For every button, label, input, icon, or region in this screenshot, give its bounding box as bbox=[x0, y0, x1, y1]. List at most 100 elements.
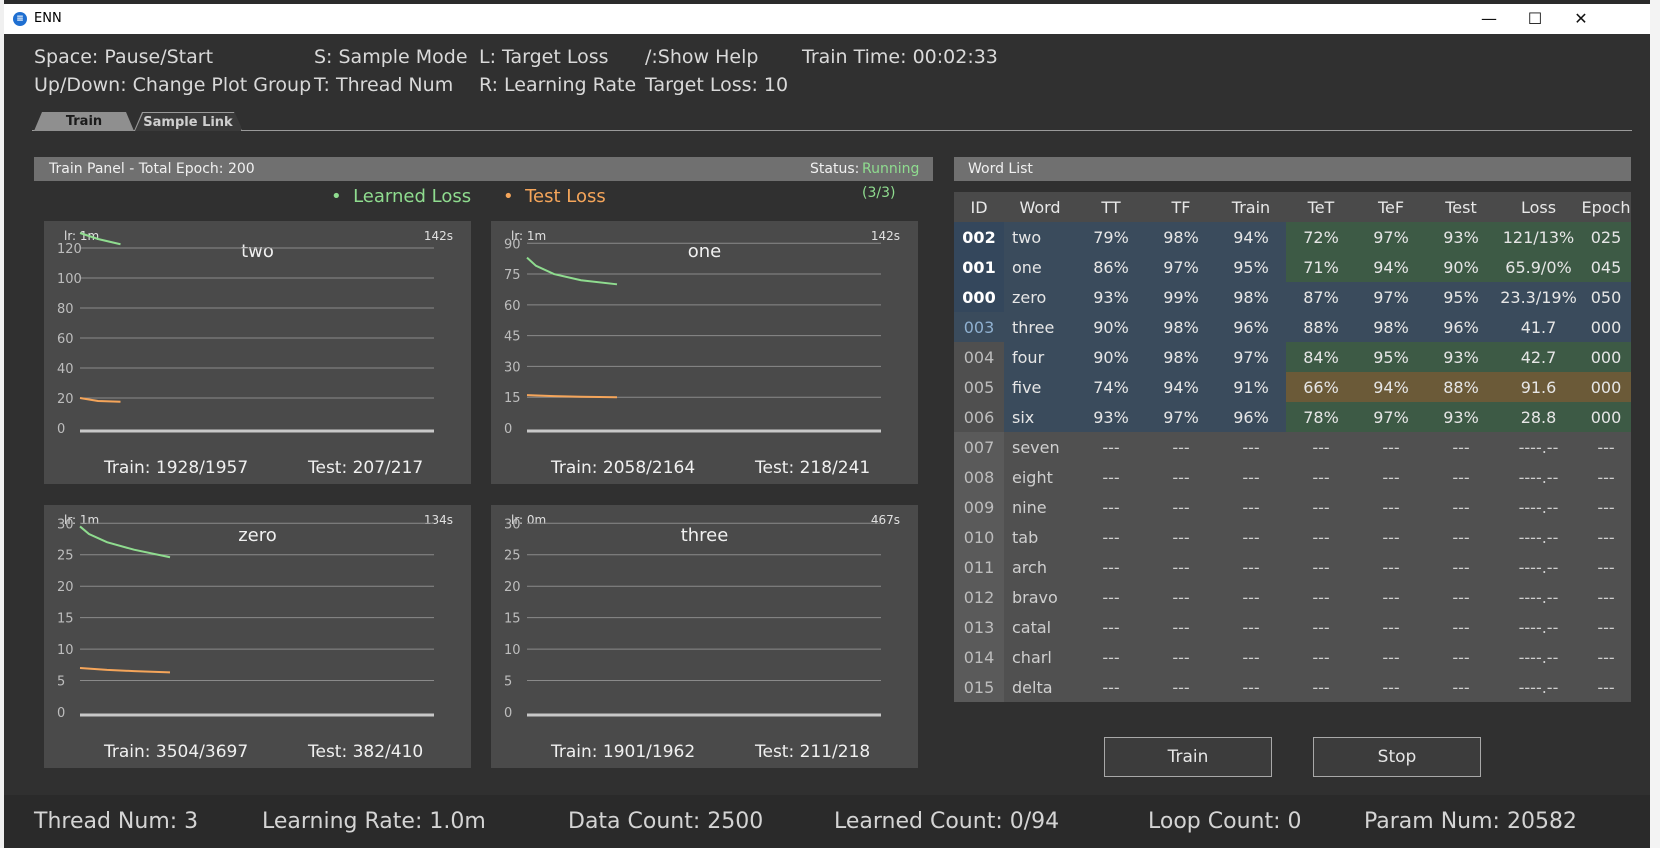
y-tick-label: 25 bbox=[504, 549, 521, 564]
table-row[interactable]: 013 catal --- --- --- --- --- --- ----.-- --- bbox=[954, 612, 1631, 642]
cell-id: 008 bbox=[954, 462, 1004, 492]
enn-logo-icon: ≡ bbox=[13, 12, 27, 26]
cell-tet: 87% bbox=[1286, 282, 1356, 312]
cell-tt: --- bbox=[1076, 672, 1146, 702]
param-num: Param Num: 20582 bbox=[1364, 809, 1577, 834]
col-tet: TeT bbox=[1286, 192, 1356, 222]
word-list-title: Word List bbox=[968, 161, 1033, 177]
cell-loss: 41.7 bbox=[1496, 312, 1581, 342]
table-row[interactable]: 014 charl --- --- --- --- --- --- ----.-- --- bbox=[954, 642, 1631, 672]
cell-tt: 93% bbox=[1076, 402, 1146, 432]
learned-count: Learned Count: 0/94 bbox=[834, 809, 1060, 834]
cell-tet: 88% bbox=[1286, 312, 1356, 342]
plot-chart: 0 5 10 15 20 25 30 bbox=[504, 517, 881, 721]
table-row[interactable]: 010 tab --- --- --- --- --- --- ----.-- --- bbox=[954, 522, 1631, 552]
train-time: Train Time: 00:02:33 bbox=[802, 46, 998, 68]
plot-two: lr: 1m 142s two 0 20 40 60 80 100 120 Train: 1… bbox=[44, 221, 471, 484]
data-count: Data Count: 2500 bbox=[568, 809, 764, 834]
table-row[interactable]: 015 delta --- --- --- --- --- --- ----.-- --- bbox=[954, 672, 1631, 702]
stop-button[interactable]: Stop bbox=[1313, 737, 1481, 777]
table-row[interactable]: 012 bravo --- --- --- --- --- --- ----.-- --- bbox=[954, 582, 1631, 612]
target-loss-value: Target Loss: 10 bbox=[645, 74, 789, 96]
table-row[interactable]: 008 eight --- --- --- --- --- --- ----.-- --- bbox=[954, 462, 1631, 492]
cell-tf: 94% bbox=[1146, 372, 1216, 402]
cell-word: six bbox=[1004, 402, 1076, 432]
cell-tet: --- bbox=[1286, 612, 1356, 642]
cell-id: 009 bbox=[954, 492, 1004, 522]
cell-train: --- bbox=[1216, 492, 1286, 522]
y-tick-label: 15 bbox=[504, 391, 521, 406]
train-button[interactable]: Train bbox=[1104, 737, 1272, 777]
cell-test: 93% bbox=[1426, 222, 1496, 252]
cell-tf: --- bbox=[1146, 582, 1216, 612]
cell-tef: --- bbox=[1356, 672, 1426, 702]
y-tick-label: 5 bbox=[57, 675, 65, 690]
tab-sample-link[interactable]: Sample Link bbox=[135, 113, 241, 131]
legend-dot-test: • bbox=[503, 186, 514, 207]
cell-tt: --- bbox=[1076, 642, 1146, 672]
cell-tf: --- bbox=[1146, 462, 1216, 492]
y-tick-label: 20 bbox=[504, 580, 521, 595]
cell-train: 97% bbox=[1216, 342, 1286, 372]
y-tick-label: 20 bbox=[57, 580, 74, 595]
cell-tf: --- bbox=[1146, 492, 1216, 522]
cell-tef: --- bbox=[1356, 582, 1426, 612]
cell-test: --- bbox=[1426, 522, 1496, 552]
hint-space: Space: Pause/Start bbox=[34, 46, 214, 68]
legend-learned-loss: • Learned Loss bbox=[331, 186, 471, 207]
cell-word: zero bbox=[1004, 282, 1076, 312]
table-row[interactable]: 005 five 74% 94% 91% 66% 94% 88% 91.6 000 bbox=[954, 372, 1631, 402]
table-row[interactable]: 004 four 90% 98% 97% 84% 95% 93% 42.7 000 bbox=[954, 342, 1631, 372]
table-row[interactable]: 006 six 93% 97% 96% 78% 97% 93% 28.8 000 bbox=[954, 402, 1631, 432]
cell-train: --- bbox=[1216, 612, 1286, 642]
close-icon[interactable]: ✕ bbox=[1558, 4, 1604, 34]
cell-epoch: --- bbox=[1581, 612, 1631, 642]
cell-tef: 97% bbox=[1356, 282, 1426, 312]
table-row[interactable]: 001 one 86% 97% 95% 71% 94% 90% 65.9/0% 045 bbox=[954, 252, 1631, 282]
status-value: Running (3/3) bbox=[862, 161, 920, 201]
col-word: Word bbox=[1004, 192, 1076, 222]
table-row[interactable]: 003 three 90% 98% 96% 88% 98% 96% 41.7 000 bbox=[954, 312, 1631, 342]
cell-test: --- bbox=[1426, 432, 1496, 462]
table-row[interactable]: 002 two 79% 98% 94% 72% 97% 93% 121/13% 025 bbox=[954, 222, 1631, 252]
col-tef: TeF bbox=[1356, 192, 1426, 222]
table-row[interactable]: 007 seven --- --- --- --- --- --- ----.-- --- bbox=[954, 432, 1631, 462]
cell-tt: 90% bbox=[1076, 342, 1146, 372]
hint-target-loss: L: Target Loss bbox=[479, 46, 609, 68]
cell-tt: --- bbox=[1076, 612, 1146, 642]
cell-test: --- bbox=[1426, 552, 1496, 582]
minimize-icon[interactable]: — bbox=[1466, 4, 1512, 34]
cell-id: 013 bbox=[954, 612, 1004, 642]
y-tick-label: 0 bbox=[57, 706, 65, 721]
cell-id: 000 bbox=[954, 282, 1004, 312]
cell-tet: --- bbox=[1286, 672, 1356, 702]
cell-tt: 79% bbox=[1076, 222, 1146, 252]
cell-tt: 86% bbox=[1076, 252, 1146, 282]
legend-test-label: Test Loss bbox=[525, 186, 606, 207]
cell-tf: --- bbox=[1146, 612, 1216, 642]
cell-tt: 90% bbox=[1076, 312, 1146, 342]
cell-tf: --- bbox=[1146, 522, 1216, 552]
cell-tf: 97% bbox=[1146, 252, 1216, 282]
title-bar[interactable]: ≡ ENN — ☐ ✕ bbox=[4, 4, 1650, 34]
cell-tf: 98% bbox=[1146, 222, 1216, 252]
cell-tt: --- bbox=[1076, 462, 1146, 492]
cell-test: --- bbox=[1426, 672, 1496, 702]
cell-epoch: --- bbox=[1581, 582, 1631, 612]
cell-tef: --- bbox=[1356, 552, 1426, 582]
learning-rate: Learning Rate: 1.0m bbox=[262, 809, 486, 834]
cell-epoch: 000 bbox=[1581, 312, 1631, 342]
cell-tet: 71% bbox=[1286, 252, 1356, 282]
cell-tef: --- bbox=[1356, 492, 1426, 522]
train-panel-header: Train Panel - Total Epoch: 200 Status: R… bbox=[34, 157, 933, 201]
tab-train[interactable]: Train bbox=[34, 112, 134, 131]
table-row[interactable]: 000 zero 93% 99% 98% 87% 97% 95% 23.3/19% 050 bbox=[954, 282, 1631, 312]
table-row[interactable]: 009 nine --- --- --- --- --- --- ----.-- --- bbox=[954, 492, 1631, 522]
maximize-icon[interactable]: ☐ bbox=[1512, 4, 1558, 34]
cell-tef: 95% bbox=[1356, 342, 1426, 372]
cell-train: 94% bbox=[1216, 222, 1286, 252]
cell-epoch: --- bbox=[1581, 492, 1631, 522]
word-list-header-row: ID Word TT TF Train TeT TeF Test Loss Ep… bbox=[954, 192, 1631, 222]
cell-id: 014 bbox=[954, 642, 1004, 672]
table-row[interactable]: 011 arch --- --- --- --- --- --- ----.-- --- bbox=[954, 552, 1631, 582]
